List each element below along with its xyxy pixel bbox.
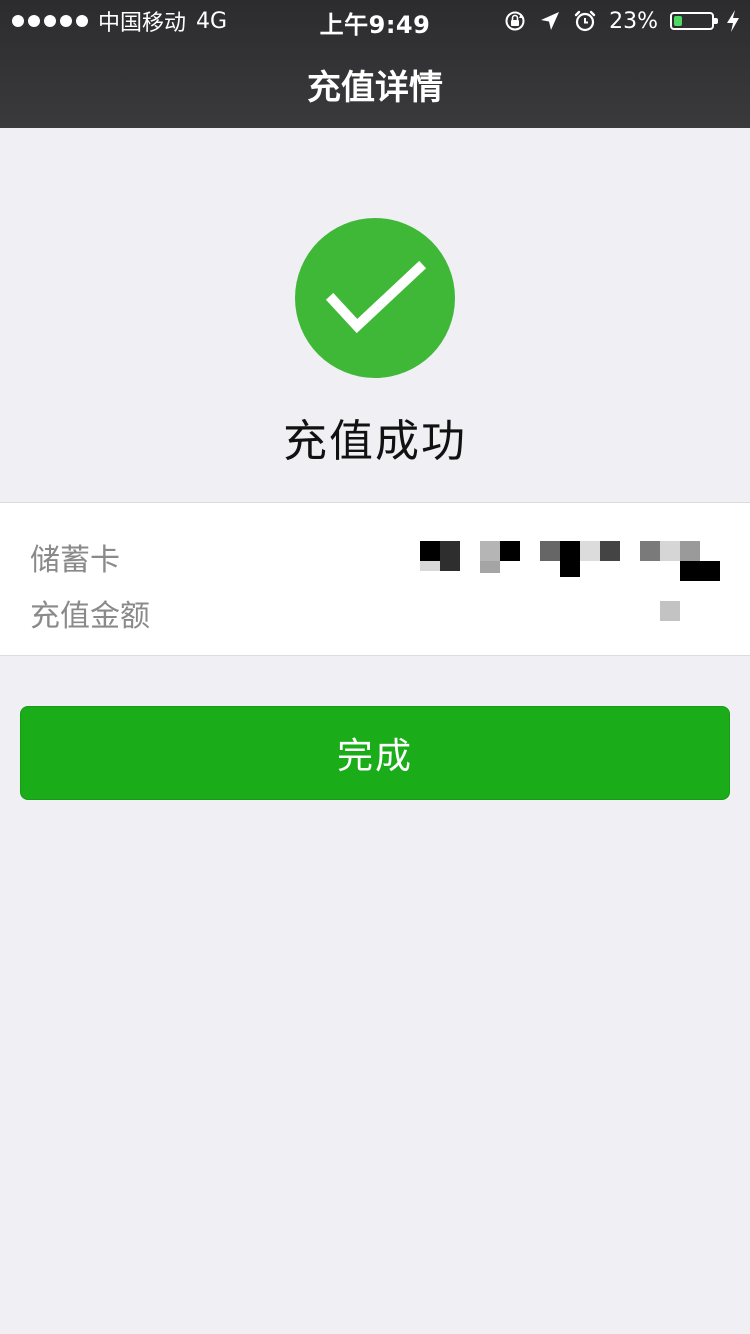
detail-label-card: 储蓄卡: [30, 543, 120, 578]
success-message: 充值成功: [283, 416, 467, 467]
redacted-amount: [660, 601, 680, 621]
checkmark-icon: [295, 218, 455, 378]
recharge-detail-screen: 中国移动 4G 上午9:49 23% 充值详情 充值成功 储蓄卡 充值金额 完成: [0, 0, 750, 1334]
status-bar: 中国移动 4G 上午9:49 23%: [0, 0, 750, 40]
status-right: 23%: [503, 6, 740, 36]
alarm-icon: [573, 9, 597, 33]
battery-percent: 23%: [609, 8, 658, 34]
rotation-lock-icon: [503, 9, 527, 33]
location-arrow-icon: [539, 10, 561, 32]
page-title: 充值详情: [307, 67, 443, 108]
battery-level-fill: [674, 16, 682, 26]
top-bar: 中国移动 4G 上午9:49 23% 充值详情: [0, 0, 750, 128]
battery-icon: [670, 12, 718, 30]
charging-bolt-icon: [726, 9, 740, 33]
navigation-bar: 充值详情: [0, 40, 750, 128]
detail-row-card: 储蓄卡: [0, 527, 750, 581]
detail-row-amount: 充值金额: [0, 583, 750, 634]
done-button[interactable]: 完成: [20, 706, 730, 800]
recharge-details-card: 储蓄卡 充值金额: [0, 502, 750, 656]
detail-label-amount: 充值金额: [30, 599, 150, 634]
